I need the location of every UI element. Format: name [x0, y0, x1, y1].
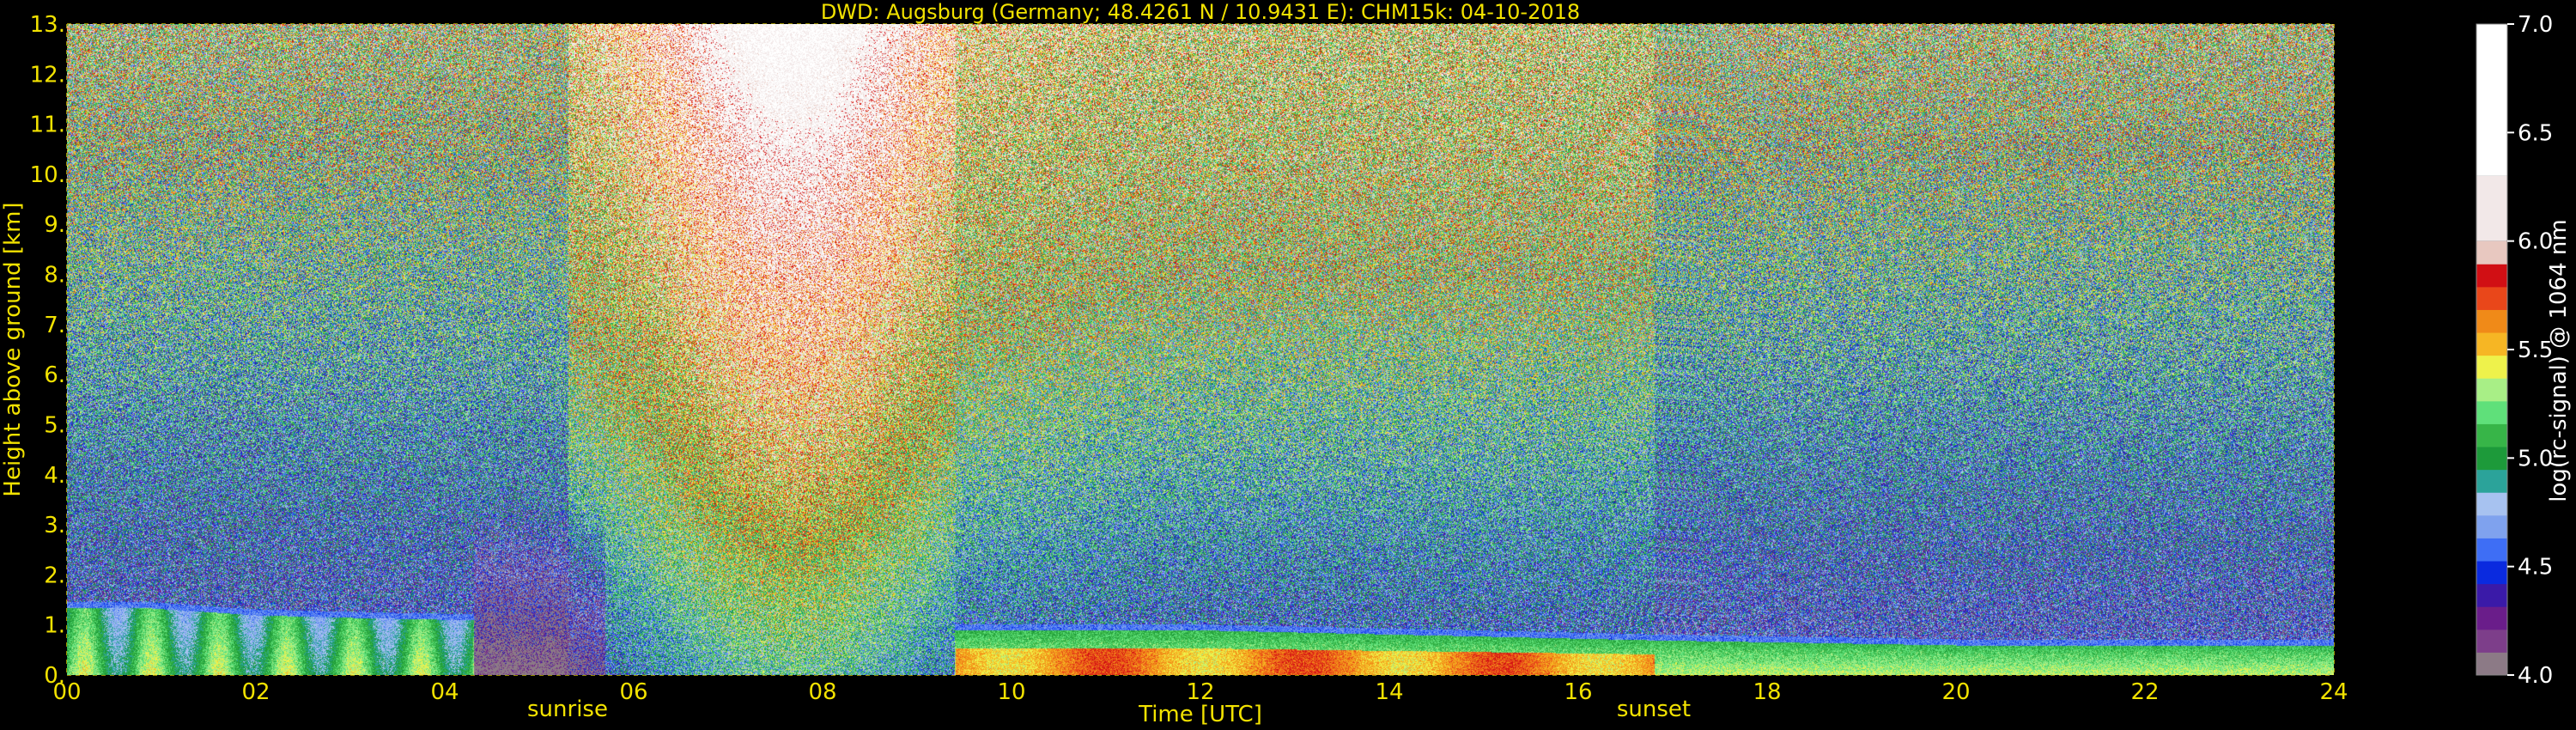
x-axis-ticks: 00 02 04 06 08 10 12 14 16 18 20 22 24 — [52, 679, 2348, 705]
colorbar-swatch — [2476, 423, 2507, 447]
x-tick-label: 24 — [2319, 679, 2348, 705]
x-tick-label: 20 — [1941, 679, 1970, 705]
x-tick-label: 18 — [1753, 679, 1781, 705]
chart-title: DWD: Augsburg (Germany; 48.4261 N / 10.9… — [821, 0, 1580, 24]
y-axis-label: Height above ground [km] — [0, 202, 26, 496]
x-tick-label: 06 — [619, 679, 647, 705]
colorbar-swatch — [2476, 652, 2507, 676]
y-tick-label: 5. — [44, 412, 65, 438]
colorbar-swatch — [2476, 538, 2507, 562]
x-tick-label: 12 — [1186, 679, 1214, 705]
colorbar-swatch — [2476, 24, 2507, 176]
x-tick-label: 04 — [430, 679, 459, 705]
sunrise-label: sunrise — [527, 697, 608, 722]
y-tick-label: 10. — [30, 162, 65, 188]
colorbar-tick-label: 7.0 — [2518, 12, 2553, 38]
colorbar-swatch — [2476, 400, 2507, 424]
x-tick-label: 14 — [1375, 679, 1403, 705]
y-tick-label: 4. — [44, 463, 65, 489]
y-tick-label: 6. — [44, 362, 65, 388]
y-axis-ticks: 0. 1. 2. 3. 4. 5. 6. 7. 8. 9. 10. 11. 12. 13. — [30, 12, 65, 689]
heatmap-canvas — [67, 24, 2334, 675]
y-tick-label: 13. — [30, 12, 65, 38]
y-tick-label: 11. — [30, 113, 65, 138]
y-tick-label: 3. — [44, 513, 65, 538]
colorbar-swatch — [2476, 264, 2507, 288]
x-tick-label: 10 — [997, 679, 1025, 705]
y-tick-label: 8. — [44, 263, 65, 289]
colorbar-swatch — [2476, 175, 2507, 241]
colorbar-tick-label: 6.5 — [2518, 120, 2553, 146]
y-tick-label: 9. — [44, 212, 65, 238]
colorbar: 4.04.55.05.56.06.57.0 — [2476, 12, 2553, 689]
x-tick-label: 02 — [241, 679, 270, 705]
colorbar-swatch — [2476, 583, 2507, 607]
colorbar-swatch — [2476, 514, 2507, 538]
colorbar-swatch — [2476, 469, 2507, 493]
y-tick-label: 2. — [44, 563, 65, 588]
y-tick-label: 0. — [44, 663, 65, 689]
colorbar-swatch — [2476, 309, 2507, 333]
colorbar-swatch — [2476, 447, 2507, 471]
colorbar-tick-label: 4.5 — [2518, 555, 2553, 581]
colorbar-swatch — [2476, 240, 2507, 265]
colorbar-swatch — [2476, 606, 2507, 630]
y-tick-label: 7. — [44, 313, 65, 338]
x-tick-label: 08 — [808, 679, 836, 705]
backscatter-heatmap — [67, 24, 2334, 675]
x-axis-label: Time [UTC] — [1138, 702, 1262, 727]
x-tick-label: 22 — [2130, 679, 2159, 705]
y-tick-label: 12. — [30, 62, 65, 88]
colorbar-swatch — [2476, 561, 2507, 585]
colorbar-swatch — [2476, 286, 2507, 310]
colorbar-swatch — [2476, 332, 2507, 356]
colorbar-swatch — [2476, 355, 2507, 379]
colorbar-label: log(rc-signal) @ 1064 nm — [2546, 219, 2572, 502]
colorbar-swatch — [2476, 492, 2507, 516]
y-tick-label: 1. — [44, 613, 65, 639]
colorbar-tick-label: 4.0 — [2518, 663, 2553, 689]
sunset-label: sunset — [1617, 697, 1691, 722]
colorbar-swatch — [2476, 629, 2507, 653]
colorbar-swatch — [2476, 378, 2507, 402]
x-tick-label: 16 — [1564, 679, 1592, 705]
